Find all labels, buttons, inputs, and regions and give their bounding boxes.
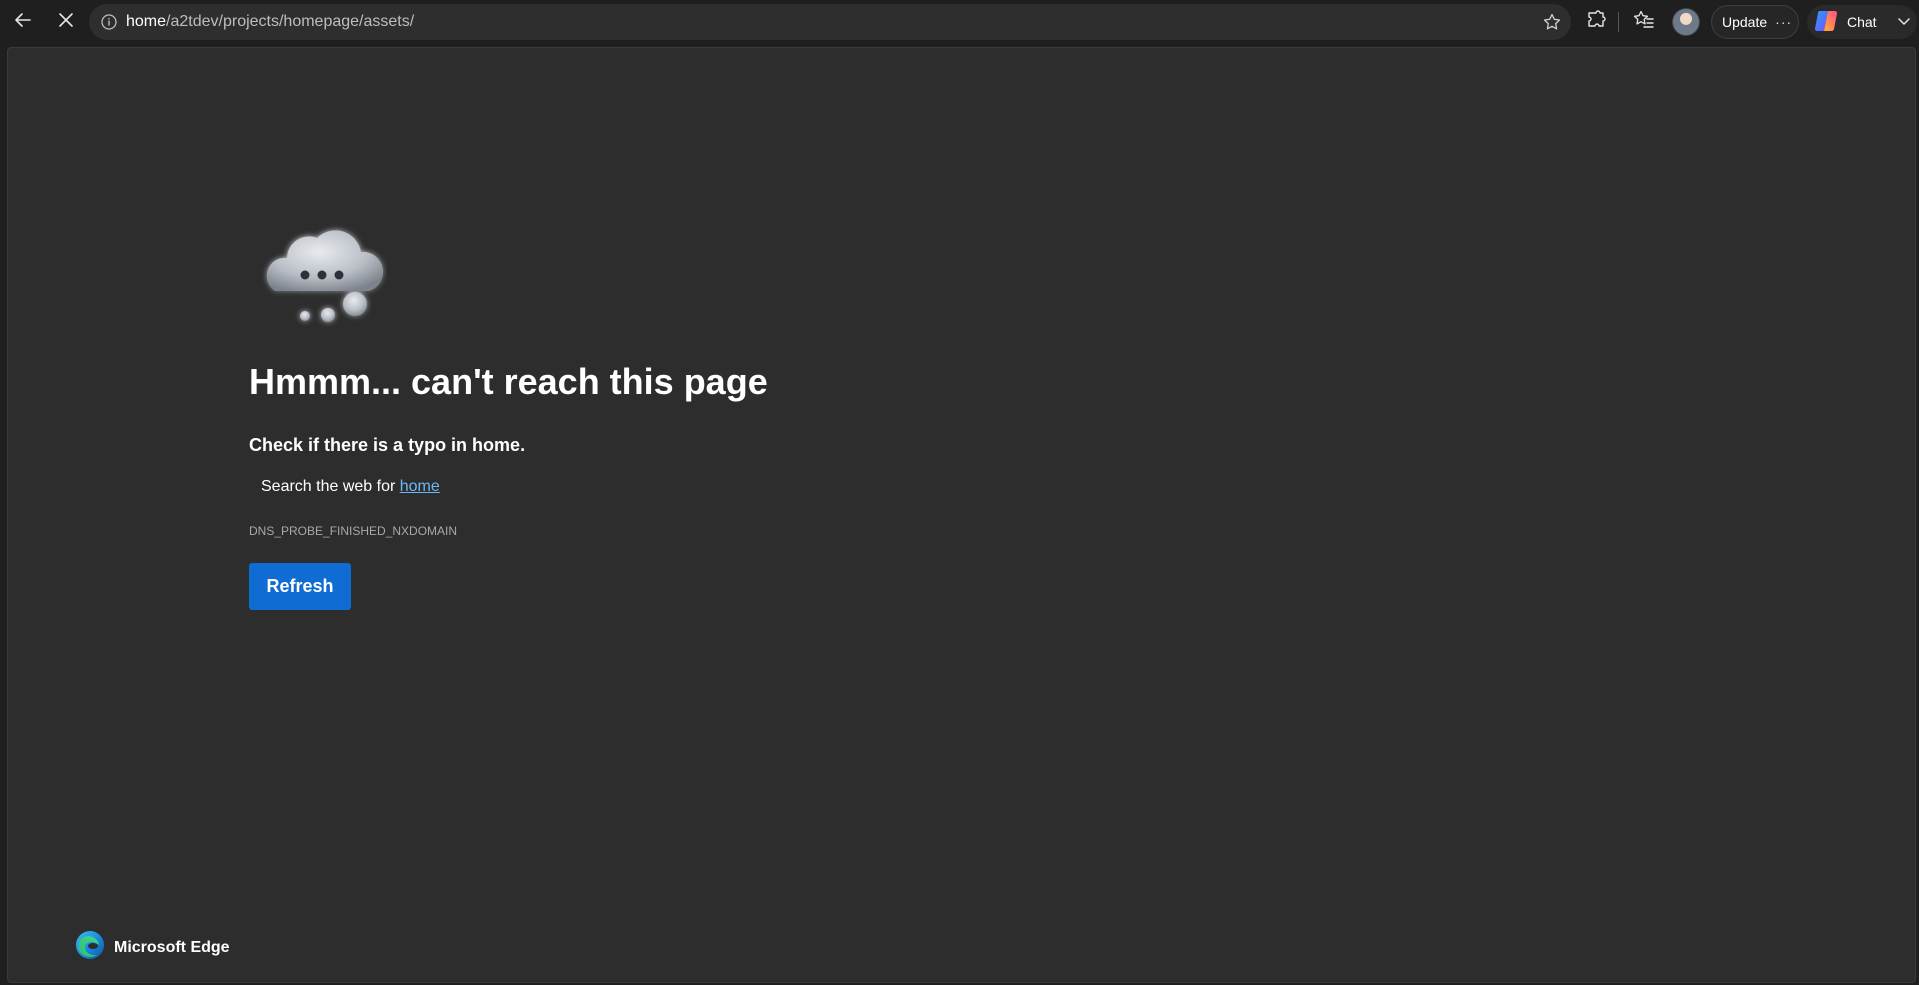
update-button[interactable]: Update ··· (1711, 5, 1799, 39)
toolbar-separator (1618, 12, 1619, 32)
error-page: Hmmm... can't reach this page Check if t… (7, 47, 1916, 983)
search-link[interactable]: home (400, 478, 440, 495)
back-arrow-icon (13, 10, 33, 35)
back-button[interactable] (7, 6, 39, 38)
favorites-list-icon (1633, 9, 1655, 36)
edge-logo-icon (75, 930, 114, 965)
page-subtitle: Check if there is a typo in home. (249, 435, 526, 455)
refresh-button[interactable]: Refresh (249, 563, 351, 610)
profile-avatar[interactable] (1672, 8, 1700, 36)
url-host: home (126, 13, 167, 30)
close-icon (57, 11, 75, 34)
copilot-icon (1813, 8, 1847, 37)
url-text[interactable]: home/a2tdev/projects/homepage/assets/ (126, 13, 414, 31)
brand-footer: Microsoft Edge (75, 930, 230, 965)
update-label: Update (1722, 14, 1768, 30)
stop-loading-button[interactable] (50, 6, 82, 38)
extensions-button[interactable] (1580, 6, 1612, 38)
chat-label: Chat (1847, 14, 1877, 30)
brand-name: Microsoft Edge (114, 938, 230, 956)
address-bar[interactable]: home/a2tdev/projects/homepage/assets/ (89, 4, 1571, 40)
puzzle-icon (1585, 9, 1607, 36)
search-suggestion: Search the web for home (261, 478, 440, 496)
browser-toolbar: home/a2tdev/projects/homepage/assets/ Up… (0, 0, 1919, 44)
more-icon: ··· (1775, 14, 1793, 30)
error-code: DNS_PROBE_FINISHED_NXDOMAIN (249, 524, 458, 538)
page-title: Hmmm... can't reach this page (249, 361, 768, 402)
cloud-thinking-icon (261, 203, 387, 353)
url-path: /a2tdev/projects/homepage/assets/ (166, 13, 415, 30)
chevron-down-icon[interactable] (1897, 14, 1911, 31)
favorites-button[interactable] (1628, 6, 1660, 38)
chat-button[interactable]: Chat (1807, 5, 1917, 39)
info-icon[interactable] (99, 12, 119, 32)
star-icon[interactable] (1541, 11, 1563, 33)
search-prefix: Search the web for (261, 478, 396, 495)
